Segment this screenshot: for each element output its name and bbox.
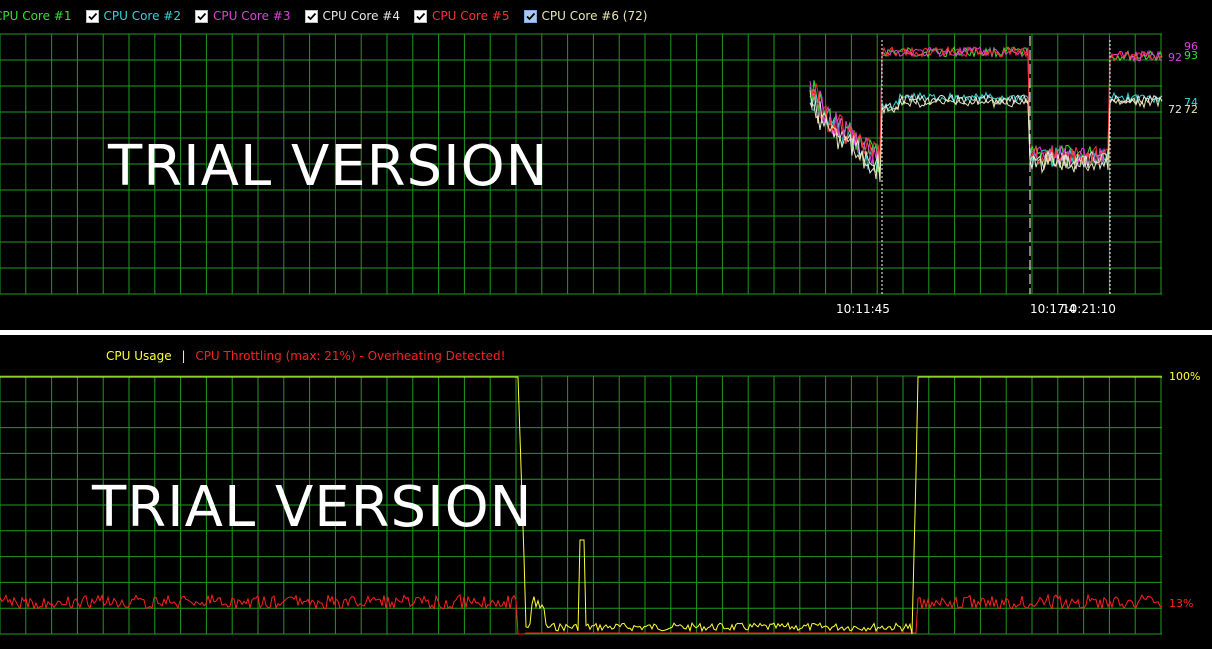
top-grid	[0, 33, 1162, 295]
right-value-100: 100%	[1169, 370, 1201, 383]
usage-chart	[0, 375, 1163, 635]
right-value-72a: 72	[1168, 103, 1182, 116]
right-value-92: 92	[1168, 51, 1182, 64]
temperature-panel: CPU Core #1 CPU Core #2 CPU Core #3 CPU Cor…	[0, 0, 1212, 330]
time-label-3: 10:21:10	[1062, 302, 1116, 316]
temperature-chart	[0, 33, 1163, 295]
usage-panel: CPU Usage | CPU Throttling (max: 21%) - …	[0, 335, 1212, 649]
right-value-13: 13%	[1169, 597, 1194, 610]
right-value-72b: 72	[1184, 103, 1198, 116]
bottom-grid	[0, 375, 1162, 635]
cpu-throttling-line	[0, 593, 1163, 635]
right-value-93: 93	[1184, 49, 1198, 62]
time-label-1: 10:11:45	[836, 302, 890, 316]
